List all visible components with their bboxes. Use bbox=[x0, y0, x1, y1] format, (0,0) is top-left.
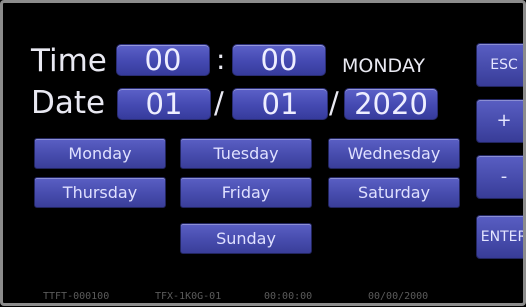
status-time: 00:00:00 bbox=[264, 291, 313, 302]
thursday-button[interactable]: Thursday bbox=[34, 177, 166, 208]
date-label: Date bbox=[31, 85, 106, 121]
tuesday-button[interactable]: Tuesday bbox=[180, 138, 312, 169]
wednesday-button[interactable]: Wednesday bbox=[328, 138, 460, 169]
saturday-button[interactable]: Saturday bbox=[328, 177, 460, 208]
status-date: 00/00/2000 bbox=[368, 291, 429, 302]
model-code: TTFT-000100 bbox=[43, 291, 110, 302]
monday-button[interactable]: Monday bbox=[34, 138, 166, 169]
minute-field[interactable]: 00 bbox=[232, 44, 326, 76]
screen-bezel: Time 00 : 00 MONDAY Date 01 / 01 / 2020 … bbox=[0, 0, 526, 306]
enter-button[interactable]: ENTER bbox=[476, 215, 523, 259]
minus-button[interactable]: - bbox=[476, 155, 523, 199]
date-separator-2: / bbox=[329, 86, 339, 120]
screen-panel: Time 00 : 00 MONDAY Date 01 / 01 / 2020 … bbox=[10, 8, 523, 302]
sunday-button[interactable]: Sunday bbox=[180, 223, 312, 254]
weekday-display: MONDAY bbox=[342, 55, 425, 77]
time-label: Time bbox=[31, 43, 107, 79]
day-field[interactable]: 01 bbox=[117, 88, 211, 120]
friday-button[interactable]: Friday bbox=[180, 177, 312, 208]
month-field[interactable]: 01 bbox=[232, 88, 328, 120]
date-separator-1: / bbox=[214, 86, 224, 120]
time-separator: : bbox=[216, 43, 226, 76]
hour-field[interactable]: 00 bbox=[116, 44, 210, 76]
year-field[interactable]: 2020 bbox=[344, 88, 438, 120]
esc-button[interactable]: ESC bbox=[476, 43, 523, 87]
firmware-code: TFX-1K0G-01 bbox=[155, 291, 222, 302]
plus-button[interactable]: + bbox=[476, 99, 523, 143]
